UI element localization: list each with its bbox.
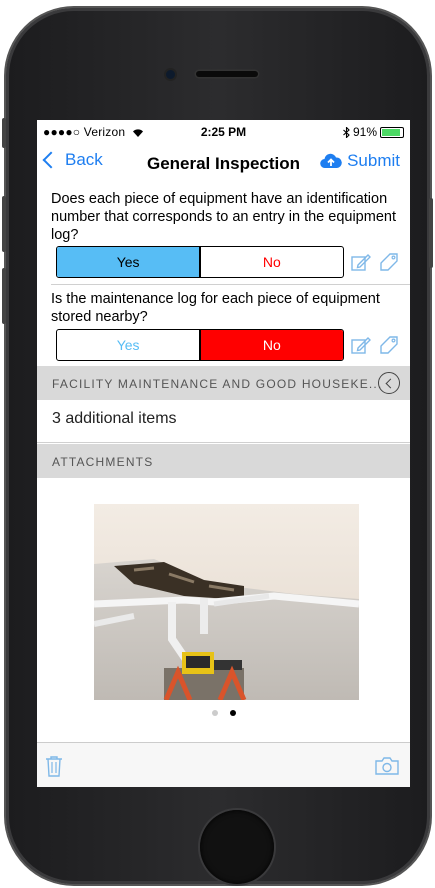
battery-percent: 91%	[352, 125, 377, 139]
question-2-no-option[interactable]: No	[200, 330, 343, 360]
status-right: 91%	[343, 125, 404, 139]
question-1-text: Does each piece of equipment have an ide…	[51, 191, 396, 243]
question-2-yes-option[interactable]: Yes	[57, 330, 199, 360]
additional-items-link[interactable]: 3 additional items	[52, 410, 177, 428]
submit-label: Submit	[347, 151, 400, 170]
tag-icon[interactable]	[379, 252, 399, 272]
trash-icon[interactable]	[44, 755, 64, 777]
bottom-toolbar	[37, 742, 410, 787]
edit-note-icon[interactable]	[351, 336, 371, 354]
battery-icon	[380, 126, 404, 138]
submit-button[interactable]: Submit	[320, 151, 400, 171]
status-bar: ●●●●○ Verizon 2:25 PM 91%	[37, 120, 410, 142]
edit-note-icon[interactable]	[351, 253, 371, 271]
page-dot[interactable]	[211, 710, 218, 716]
camera-icon[interactable]	[374, 756, 400, 776]
question-2-text: Is the maintenance log for each piece of…	[51, 291, 380, 325]
section-title: ATTACHMENTS	[52, 455, 154, 469]
question-2-actions	[351, 335, 399, 355]
front-camera	[166, 70, 175, 79]
divider	[37, 442, 410, 443]
divider	[51, 284, 410, 285]
page-indicator[interactable]	[37, 710, 410, 716]
page-dot-active[interactable]	[229, 710, 236, 716]
question-1-answer-control: Yes No	[56, 246, 344, 278]
app-screen: ●●●●○ Verizon 2:25 PM 91% Back General I…	[37, 120, 410, 787]
mute-switch	[2, 118, 6, 148]
home-button[interactable]	[200, 810, 274, 884]
cloud-upload-icon	[320, 153, 342, 169]
collapse-circle-icon[interactable]	[378, 372, 400, 394]
question-1-yes-option[interactable]: Yes	[57, 247, 200, 277]
attachment-photo[interactable]	[94, 504, 359, 700]
section-header-facility[interactable]: FACILITY MAINTENANCE AND GOOD HOUSEKE...	[37, 366, 410, 400]
question-1-no-option[interactable]: No	[201, 247, 343, 277]
power-button	[429, 198, 433, 268]
bluetooth-icon	[343, 126, 350, 138]
earpiece-speaker	[196, 71, 258, 77]
volume-up-button	[2, 196, 6, 252]
navigation-bar: Back General Inspection Submit	[37, 142, 410, 186]
section-header-attachments: ATTACHMENTS	[37, 444, 410, 478]
tag-icon[interactable]	[379, 335, 399, 355]
section-title: FACILITY MAINTENANCE AND GOOD HOUSEKE...	[52, 377, 383, 391]
volume-down-button	[2, 268, 6, 324]
photo-image	[94, 504, 359, 700]
question-2-answer-control: Yes No	[56, 329, 344, 361]
question-1-actions	[351, 252, 399, 272]
